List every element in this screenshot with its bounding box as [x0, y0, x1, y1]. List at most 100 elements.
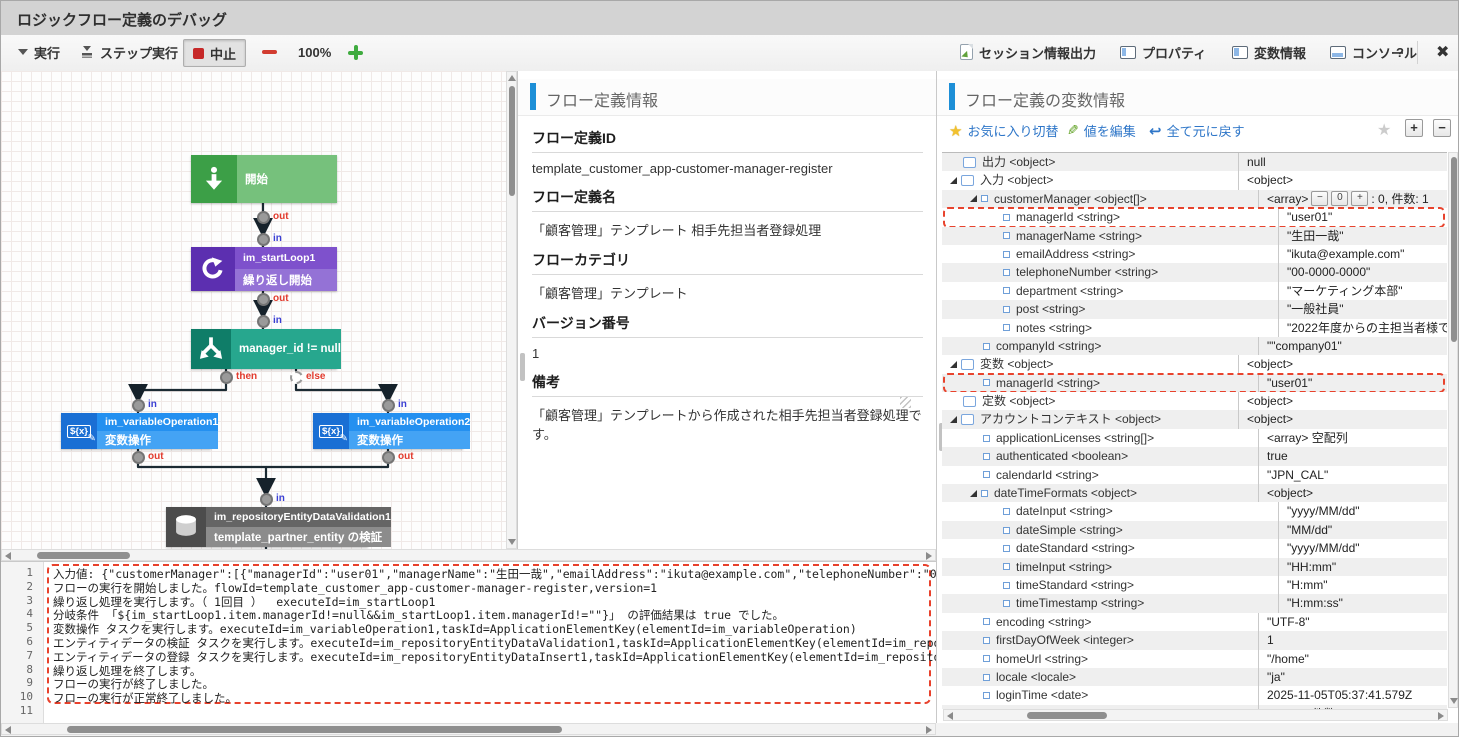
table-row[interactable]: encoding <string> "UTF-8" — [942, 612, 1447, 632]
flow-canvas[interactable]: 開始 im_startLoop1 繰り返し開始 manager_id != null $… — [1, 71, 506, 549]
node-label: 変数操作 — [349, 431, 471, 449]
table-row[interactable]: authenticated <boolean> true — [942, 447, 1447, 466]
table-row[interactable]: dateInput <string> "yyyy/MM/dd" — [942, 502, 1447, 521]
table-row[interactable]: dateSimple <string> "MM/dd" — [942, 520, 1447, 540]
flow-node-start[interactable]: 開始 — [191, 155, 337, 203]
row-value-cell: "マーケティング本部" — [1278, 281, 1447, 301]
scroll-up-icon[interactable] — [508, 75, 516, 81]
table-row[interactable]: department <string> "マーケティング本部" — [942, 281, 1447, 301]
close-button[interactable]: ✖ — [1427, 39, 1458, 65]
action-undo[interactable]: ↩ 全て元に戻す — [1149, 121, 1245, 140]
row-value-cell: <object> — [1238, 355, 1447, 374]
scroll-down-icon[interactable] — [1450, 698, 1458, 704]
variable-label: department <string> — [1016, 283, 1124, 298]
table-row[interactable]: telephoneNumber <string> "00-0000-0000" — [942, 263, 1447, 282]
action-edit-pencil[interactable]: ✎ 値を編集 — [1067, 121, 1136, 140]
canvas-vscroll-thumb[interactable] — [508, 86, 515, 196]
expanded-arrow-icon[interactable] — [950, 360, 957, 368]
expanded-arrow-icon[interactable] — [950, 177, 957, 185]
row-name-cell: 定数 <object> — [942, 392, 1238, 410]
properties-button[interactable]: プロパティ — [1111, 39, 1215, 65]
variables-button[interactable]: 変数情報 — [1223, 39, 1315, 65]
table-row[interactable]: dateStandard <string> "yyyy/MM/dd" — [942, 539, 1447, 558]
flow-node-condition[interactable]: manager_id != null — [191, 329, 341, 369]
table-row[interactable]: 変数 <object> <object> — [942, 355, 1447, 374]
table-row[interactable]: timeInput <string> "HH:mm" — [942, 557, 1447, 576]
scroll-right-icon[interactable] — [926, 552, 932, 560]
table-row[interactable]: roleIds <string[]> <array> 件数: 12, ["im_k… — [942, 704, 1447, 709]
table-row[interactable]: managerName <string> "生田一哉" — [942, 226, 1447, 245]
table-row[interactable]: 定数 <object> <object> — [942, 392, 1447, 411]
panel-splitter-handle[interactable] — [520, 353, 525, 381]
action-favorite-star[interactable]: ★ お気に入り切替 — [949, 121, 1058, 140]
field-icon — [1003, 250, 1010, 258]
zoom-out-button[interactable] — [253, 39, 286, 65]
node-label: 開始 — [237, 155, 337, 203]
table-row[interactable]: calendarId <string> "JPN_CAL" — [942, 465, 1447, 485]
table-row[interactable]: managerId <string> "user01" — [942, 372, 1447, 394]
table-row[interactable]: companyId <string> ""company01" — [942, 336, 1447, 356]
table-row[interactable]: homeUrl <string> "/home" — [942, 649, 1447, 668]
panel-resize-grip[interactable] — [900, 397, 911, 408]
field-value: 1 — [532, 346, 540, 361]
row-name-cell: timeInput <string> — [942, 558, 1278, 576]
row-value-cell: <array> −0 +: 0, 件数: 1 — [1258, 189, 1447, 209]
canvas-hscroll-thumb[interactable] — [37, 552, 130, 559]
run-button[interactable]: 実行 — [9, 39, 69, 65]
row-value-cell: "一般社員" — [1278, 300, 1447, 319]
zoom-in-button[interactable] — [339, 39, 372, 65]
variables-hscroll-thumb[interactable] — [1027, 712, 1107, 719]
expand-all-button[interactable]: + — [1405, 119, 1423, 137]
table-row[interactable]: post <string> "一般社員" — [942, 300, 1447, 319]
table-row[interactable]: loginTime <date> 2025-11-05T05:37:41.579Z — [942, 686, 1447, 705]
table-row[interactable]: timeTimestamp <string> "H:mm:ss" — [942, 594, 1447, 613]
console-hscroll-thumb[interactable] — [67, 726, 562, 733]
collapse-all-button[interactable]: − — [1433, 119, 1451, 137]
scroll-right-icon[interactable] — [926, 726, 932, 734]
scroll-right-icon[interactable] — [1438, 712, 1444, 720]
flow-node-im_variableOperation1[interactable]: ${x} ✎ im_variableOperation1 変数操作 — [61, 413, 219, 449]
table-row[interactable]: firstDayOfWeek <integer> 1 — [942, 631, 1447, 650]
expanded-arrow-icon[interactable] — [970, 489, 977, 497]
variables-hscrollbar[interactable] — [943, 709, 1448, 721]
scroll-left-icon[interactable] — [5, 726, 11, 734]
flow-node-im_variableOperation2[interactable]: ${x} ✎ im_variableOperation2 変数操作 — [313, 413, 471, 449]
table-row[interactable]: emailAddress <string> "ikuta@example.com" — [942, 244, 1447, 264]
field-icon — [983, 452, 990, 460]
table-row[interactable]: アカウントコンテキスト <object> <object> — [942, 410, 1447, 429]
canvas-hscrollbar[interactable] — [1, 549, 936, 561]
variable-label: dateTimeFormats <object> — [994, 486, 1137, 501]
port-in — [256, 314, 270, 328]
table-row[interactable]: dateTimeFormats <object> <object> — [942, 484, 1447, 503]
help-button[interactable]: ? — [1387, 39, 1413, 65]
flow-node-im_startLoop1[interactable]: im_startLoop1 繰り返し開始 — [191, 247, 337, 291]
canvas-vscrollbar[interactable] — [506, 71, 517, 549]
table-row[interactable]: 出力 <object> null — [942, 153, 1447, 172]
step-run-button[interactable]: ステップ実行 — [71, 39, 187, 65]
abort-button[interactable]: 中止 — [183, 39, 247, 67]
scroll-down-icon[interactable] — [508, 539, 516, 545]
value-text: "UTF-8" — [1267, 614, 1310, 629]
table-row[interactable]: 入力 <object> <object> — [942, 171, 1447, 190]
table-row[interactable]: timeStandard <string> "H:mm" — [942, 575, 1447, 595]
flow-node-im_repositoryEntityDataValidation1[interactable]: im_repositoryEntityDataValidation1 templa… — [166, 507, 391, 547]
console-hscrollbar[interactable] — [1, 723, 936, 735]
table-row[interactable]: customerManager <object[]> <array> −0 +: 0,… — [942, 189, 1447, 209]
table-row[interactable]: applicationLicenses <string[]> <array> 空配… — [942, 428, 1447, 448]
array-remove-button[interactable]: − — [1311, 191, 1329, 207]
variables-vscroll-thumb[interactable] — [1450, 157, 1457, 342]
variables-vscrollbar[interactable] — [1448, 152, 1458, 708]
array-index-field[interactable]: 0 — [1331, 191, 1349, 207]
scroll-left-icon[interactable] — [5, 552, 11, 560]
session-output-button[interactable]: セッション情報出力 — [951, 39, 1105, 65]
expanded-arrow-icon[interactable] — [950, 416, 957, 424]
favorite-filter-star-icon[interactable]: ★ — [1377, 120, 1391, 140]
node-rows: im_variableOperation1 変数操作 — [97, 413, 219, 449]
table-row[interactable]: locale <locale> "ja" — [942, 667, 1447, 687]
table-row[interactable]: notes <string> "2022年度からの主担当者様です。" — [942, 318, 1447, 337]
array-add-button[interactable]: + — [1351, 191, 1369, 207]
scroll-left-icon[interactable] — [947, 712, 953, 720]
expanded-arrow-icon[interactable] — [970, 195, 977, 203]
variable-label: managerId <string> — [1016, 210, 1121, 225]
table-row[interactable]: managerId <string> "user01" — [942, 207, 1447, 228]
